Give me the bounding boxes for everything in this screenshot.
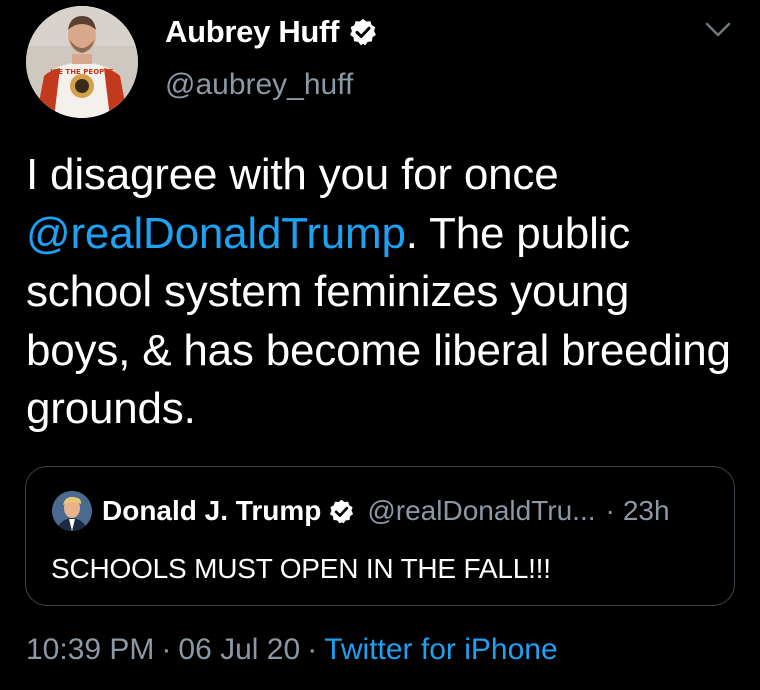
author-handle[interactable]: @aubrey_huff — [165, 68, 353, 102]
tweet-time[interactable]: 10:39 PM — [26, 633, 154, 666]
quoted-header: Donald J. Trump @realDonaldTru... · 23h — [102, 493, 670, 529]
verified-badge-icon — [330, 499, 354, 523]
tweet-metadata: 10:39 PM · 06 Jul 20 · Twitter for iPhone — [26, 633, 558, 667]
mention-link[interactable]: @realDonaldTrump — [26, 209, 406, 258]
profile-photo-icon: WE THE PEOPLE — [26, 6, 138, 118]
chevron-down-icon[interactable] — [703, 20, 733, 40]
meta-separator: · — [161, 633, 172, 666]
author-display-name[interactable]: Aubrey Huff — [165, 14, 339, 50]
tweet-text-start: I disagree with you for once — [26, 150, 559, 199]
meta-separator: · — [307, 633, 318, 666]
quoted-display-name[interactable]: Donald J. Trump — [102, 493, 321, 529]
quoted-timestamp[interactable]: 23h — [623, 493, 670, 529]
tweet-body: I disagree with you for once @realDonald… — [26, 146, 736, 439]
profile-photo-icon — [52, 491, 92, 531]
avatar-shirt-text: WE THE PEOPLE — [50, 68, 113, 76]
quoted-avatar[interactable] — [52, 491, 92, 531]
quoted-tweet-card[interactable]: Donald J. Trump @realDonaldTru... · 23h … — [25, 466, 735, 606]
tweet-source-link[interactable]: Twitter for iPhone — [324, 633, 557, 666]
quoted-separator: · — [605, 495, 615, 526]
tweet-date[interactable]: 06 Jul 20 — [178, 633, 300, 666]
quoted-handle[interactable]: @realDonaldTru... — [367, 493, 595, 529]
verified-badge-icon — [350, 18, 376, 46]
author-name-row[interactable]: Aubrey Huff — [165, 14, 378, 50]
author-avatar[interactable]: WE THE PEOPLE — [26, 6, 138, 118]
quoted-tweet-text: SCHOOLS MUST OPEN IN THE FALL!!! — [51, 553, 551, 584]
